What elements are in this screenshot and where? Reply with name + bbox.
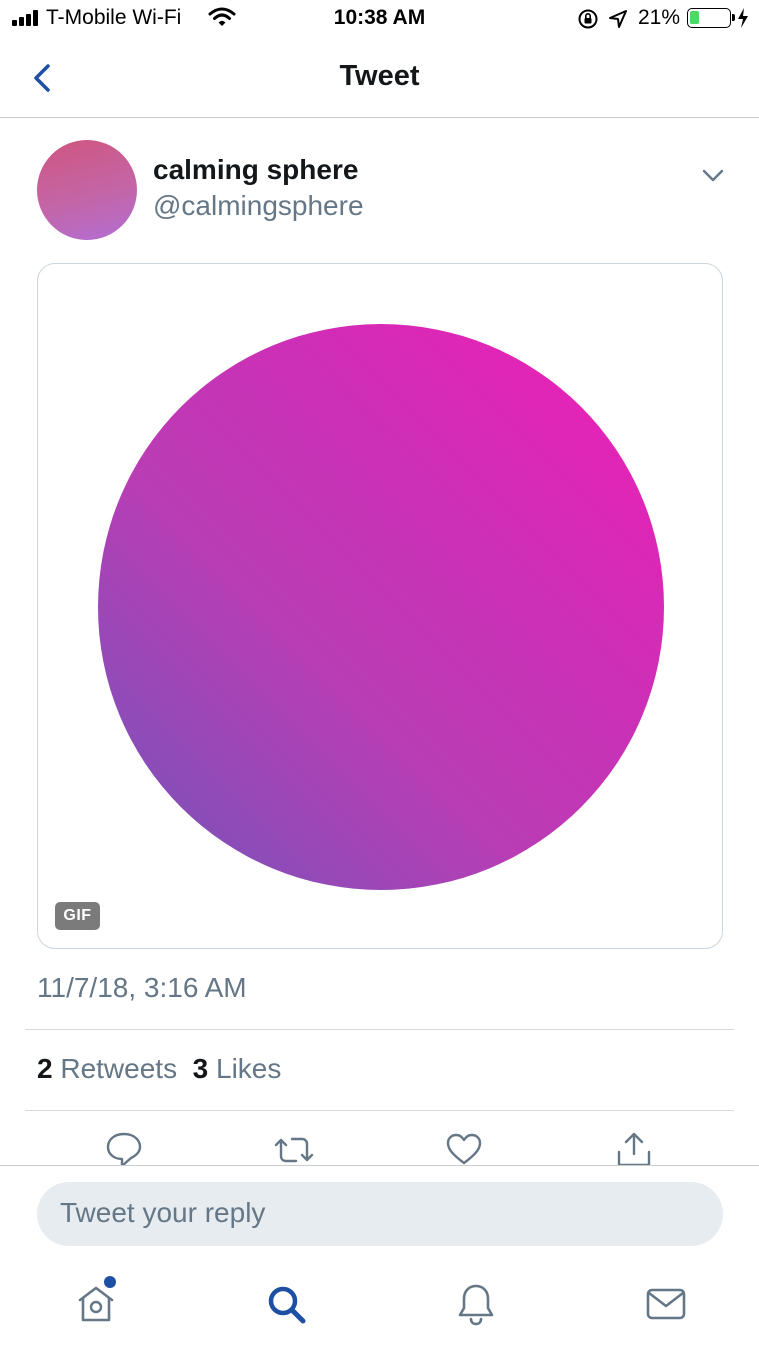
gif-sphere-image [98,324,664,890]
avatar[interactable] [37,140,137,240]
messages-icon[interactable] [642,1280,690,1328]
search-icon[interactable] [262,1280,310,1328]
tweet-timestamp: 11/7/18, 3:16 AM [37,972,247,1003]
battery-percent: 21% [638,6,681,29]
page-title: Tweet [339,60,420,92]
like-count[interactable]: 3 [193,1053,209,1084]
battery-icon [687,8,735,28]
retweet-label[interactable]: Retweets [60,1053,177,1084]
status-bar: T-Mobile Wi-Fi 10:38 AM 21% [0,0,759,40]
tweet-action-bar [0,1130,759,1166]
author-handle[interactable]: @calmingsphere [153,190,364,222]
author-name[interactable]: calming sphere [153,154,358,186]
like-label[interactable]: Likes [216,1053,281,1084]
reply-input[interactable]: Tweet your reply [37,1182,723,1246]
share-icon[interactable] [614,1130,654,1166]
tweet-stats: 2 Retweets 3 Likes [37,1053,281,1085]
chevron-down-icon[interactable] [700,162,726,188]
reply-icon[interactable] [104,1130,144,1166]
tweet-media[interactable]: GIF [37,263,723,949]
nav-bar: Tweet [0,40,759,118]
divider [25,1110,734,1111]
gif-badge: GIF [55,902,100,930]
notifications-icon[interactable] [452,1280,500,1328]
retweet-icon[interactable] [274,1130,314,1166]
retweet-count[interactable]: 2 [37,1053,53,1084]
like-icon[interactable] [444,1130,484,1166]
home-notification-dot [104,1276,116,1288]
charging-icon [738,8,748,28]
reply-placeholder: Tweet your reply [60,1197,266,1228]
location-icon [609,10,627,28]
rotation-lock-icon [578,9,598,29]
divider [25,1029,734,1030]
